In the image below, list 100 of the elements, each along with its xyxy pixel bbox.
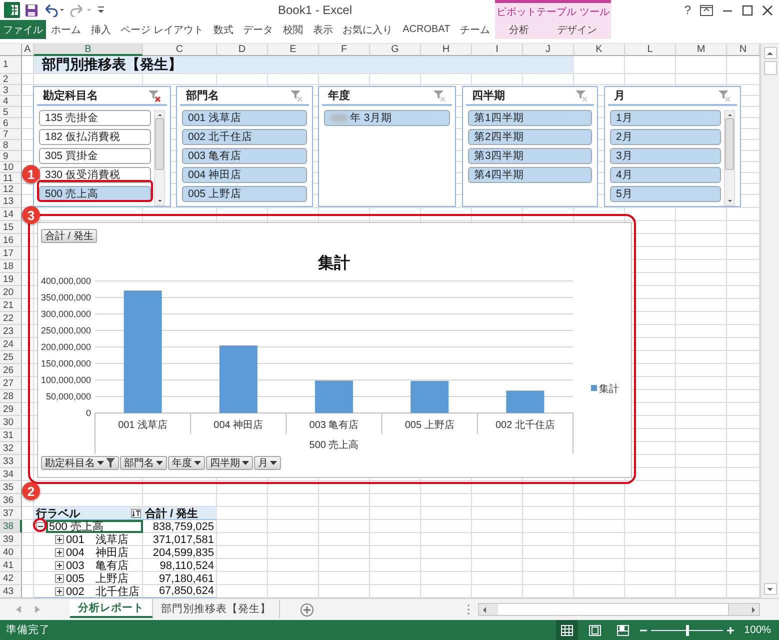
expand-icon[interactable] — [55, 574, 64, 583]
row-label[interactable]: 004 神田店 — [65, 546, 143, 559]
column-header[interactable]: D — [217, 44, 268, 56]
row-header[interactable]: 36 — [0, 494, 22, 507]
ribbon-tab[interactable]: ホーム — [48, 20, 84, 39]
field-button[interactable]: 四半期 — [206, 456, 253, 470]
column-header[interactable]: B — [34, 44, 143, 56]
zoom-in-icon[interactable] — [727, 626, 734, 634]
column-header[interactable]: H — [421, 44, 472, 56]
row-header[interactable]: 28 — [0, 390, 22, 403]
slicer-item[interactable]: 2月 — [610, 129, 721, 145]
ribbon-display-icon[interactable] — [700, 4, 713, 16]
clear-filter-icon[interactable] — [575, 90, 588, 102]
ribbon-tab[interactable]: 分析 — [506, 20, 532, 39]
slicer-item[interactable]: 第4四半期 — [468, 167, 592, 183]
field-button[interactable]: 年度 — [168, 456, 205, 470]
ribbon-tab[interactable]: 表示 — [310, 20, 336, 39]
ribbon-tab[interactable]: 数式 — [210, 20, 236, 39]
row-header[interactable]: 15 — [0, 221, 22, 234]
ribbon-tab[interactable]: デザイン — [554, 20, 600, 39]
row-header[interactable]: 25 — [0, 351, 22, 364]
column-header[interactable]: A — [22, 44, 34, 56]
slicer-item[interactable]: 1月 — [610, 110, 721, 126]
row-header[interactable]: 19 — [0, 273, 22, 286]
ribbon-tab[interactable]: 校閲 — [280, 20, 306, 39]
row-header[interactable]: 10 — [0, 162, 22, 173]
row-header[interactable]: 41 — [0, 559, 22, 572]
clear-filter-icon[interactable] — [148, 90, 161, 102]
slicer-item[interactable]: 002 北千住店 — [182, 129, 307, 145]
slicer-item[interactable]: 4月 — [610, 167, 721, 183]
row-header[interactable]: 1 — [0, 56, 22, 74]
expand-icon[interactable] — [55, 548, 64, 557]
slicer-item[interactable]: 001 浅草店 — [182, 110, 307, 126]
ribbon-tab[interactable]: データ — [240, 20, 276, 39]
clear-filter-icon[interactable] — [433, 90, 446, 102]
row-header[interactable]: 4 — [0, 96, 22, 107]
row-header[interactable]: 9 — [0, 151, 22, 162]
row-header[interactable]: 2 — [0, 74, 22, 85]
column-header[interactable]: E — [268, 44, 319, 56]
row-header[interactable]: 42 — [0, 572, 22, 585]
row-header[interactable]: 5 — [0, 107, 22, 118]
column-header[interactable]: K — [574, 44, 625, 56]
row-label[interactable]: 500 売上高 — [46, 520, 143, 533]
row-header[interactable]: 22 — [0, 312, 22, 325]
file-tab[interactable]: ファイル — [0, 20, 46, 39]
row-header[interactable]: 35 — [0, 481, 22, 494]
row-header[interactable]: 16 — [0, 234, 22, 247]
row-header[interactable]: 40 — [0, 546, 22, 559]
row-header[interactable]: 20 — [0, 286, 22, 299]
row-header[interactable]: 7 — [0, 129, 22, 140]
value-field-button[interactable]: 合計 / 発生 — [41, 229, 98, 243]
row-header[interactable]: 30 — [0, 416, 22, 429]
sheet-tab[interactable]: 分析レポート — [70, 599, 153, 618]
column-header[interactable]: G — [370, 44, 421, 56]
close-icon[interactable] — [762, 4, 773, 16]
normal-view-icon[interactable] — [561, 624, 574, 636]
row-header[interactable]: 31 — [0, 429, 22, 442]
row-label[interactable]: 002 北千住店 — [65, 585, 143, 597]
row-header[interactable]: 39 — [0, 533, 22, 546]
horizontal-scrollbar[interactable] — [478, 603, 760, 616]
row-header[interactable]: 11 — [0, 173, 22, 184]
slicer-item[interactable]: 第3四半期 — [468, 148, 592, 164]
row-header[interactable]: 17 — [0, 247, 22, 260]
row-header[interactable]: 32 — [0, 442, 22, 455]
clear-filter-icon[interactable] — [290, 90, 303, 102]
page-break-icon[interactable] — [617, 624, 630, 636]
row-label[interactable]: 001 浅草店 — [65, 533, 143, 546]
row-header[interactable]: 24 — [0, 338, 22, 351]
column-header[interactable]: I — [472, 44, 523, 56]
slicer-scrollbar[interactable] — [154, 110, 165, 206]
row-header[interactable]: 14 — [0, 208, 22, 221]
row-label[interactable]: 003 亀有店 — [65, 559, 143, 572]
sort-filter-icon[interactable] — [131, 508, 141, 518]
ribbon-tab[interactable]: チーム — [457, 20, 494, 39]
slicer-item[interactable]: 3月 — [610, 148, 721, 164]
row-header[interactable]: 34 — [0, 468, 22, 481]
slicer-item[interactable]: 第1四半期 — [468, 110, 592, 126]
slicer-item[interactable]: 005 上野店 — [182, 186, 307, 202]
column-header[interactable]: F — [319, 44, 370, 56]
field-button[interactable]: 月 — [254, 456, 281, 470]
row-header[interactable]: 18 — [0, 260, 22, 273]
row-header[interactable]: 37 — [0, 507, 22, 520]
row-header[interactable]: 29 — [0, 403, 22, 416]
vertical-scrollbar[interactable] — [760, 44, 779, 598]
row-header[interactable]: 23 — [0, 325, 22, 338]
row-header[interactable]: 26 — [0, 364, 22, 377]
sheet-tab[interactable]: 部門別推移表【発生】 — [153, 600, 280, 618]
collapse-icon[interactable] — [36, 522, 45, 531]
column-header[interactable]: N — [727, 44, 760, 56]
slicer-item[interactable]: 182 仮払消費税 — [39, 129, 151, 145]
customize-toolbar-icon[interactable] — [97, 5, 105, 15]
row-header[interactable]: 38 — [0, 520, 22, 533]
page-layout-icon[interactable] — [589, 624, 602, 636]
add-sheet-icon[interactable] — [300, 602, 314, 616]
slicer-item[interactable]: 003 亀有店 — [182, 148, 307, 164]
column-header[interactable]: C — [143, 44, 217, 56]
slicer-item[interactable]: 135 売掛金 — [39, 110, 151, 126]
slicer-scrollbar[interactable] — [724, 110, 735, 206]
ribbon-tab[interactable]: ページ レイアウト — [118, 20, 206, 39]
slicer-item[interactable]: 004 神田店 — [182, 167, 307, 183]
